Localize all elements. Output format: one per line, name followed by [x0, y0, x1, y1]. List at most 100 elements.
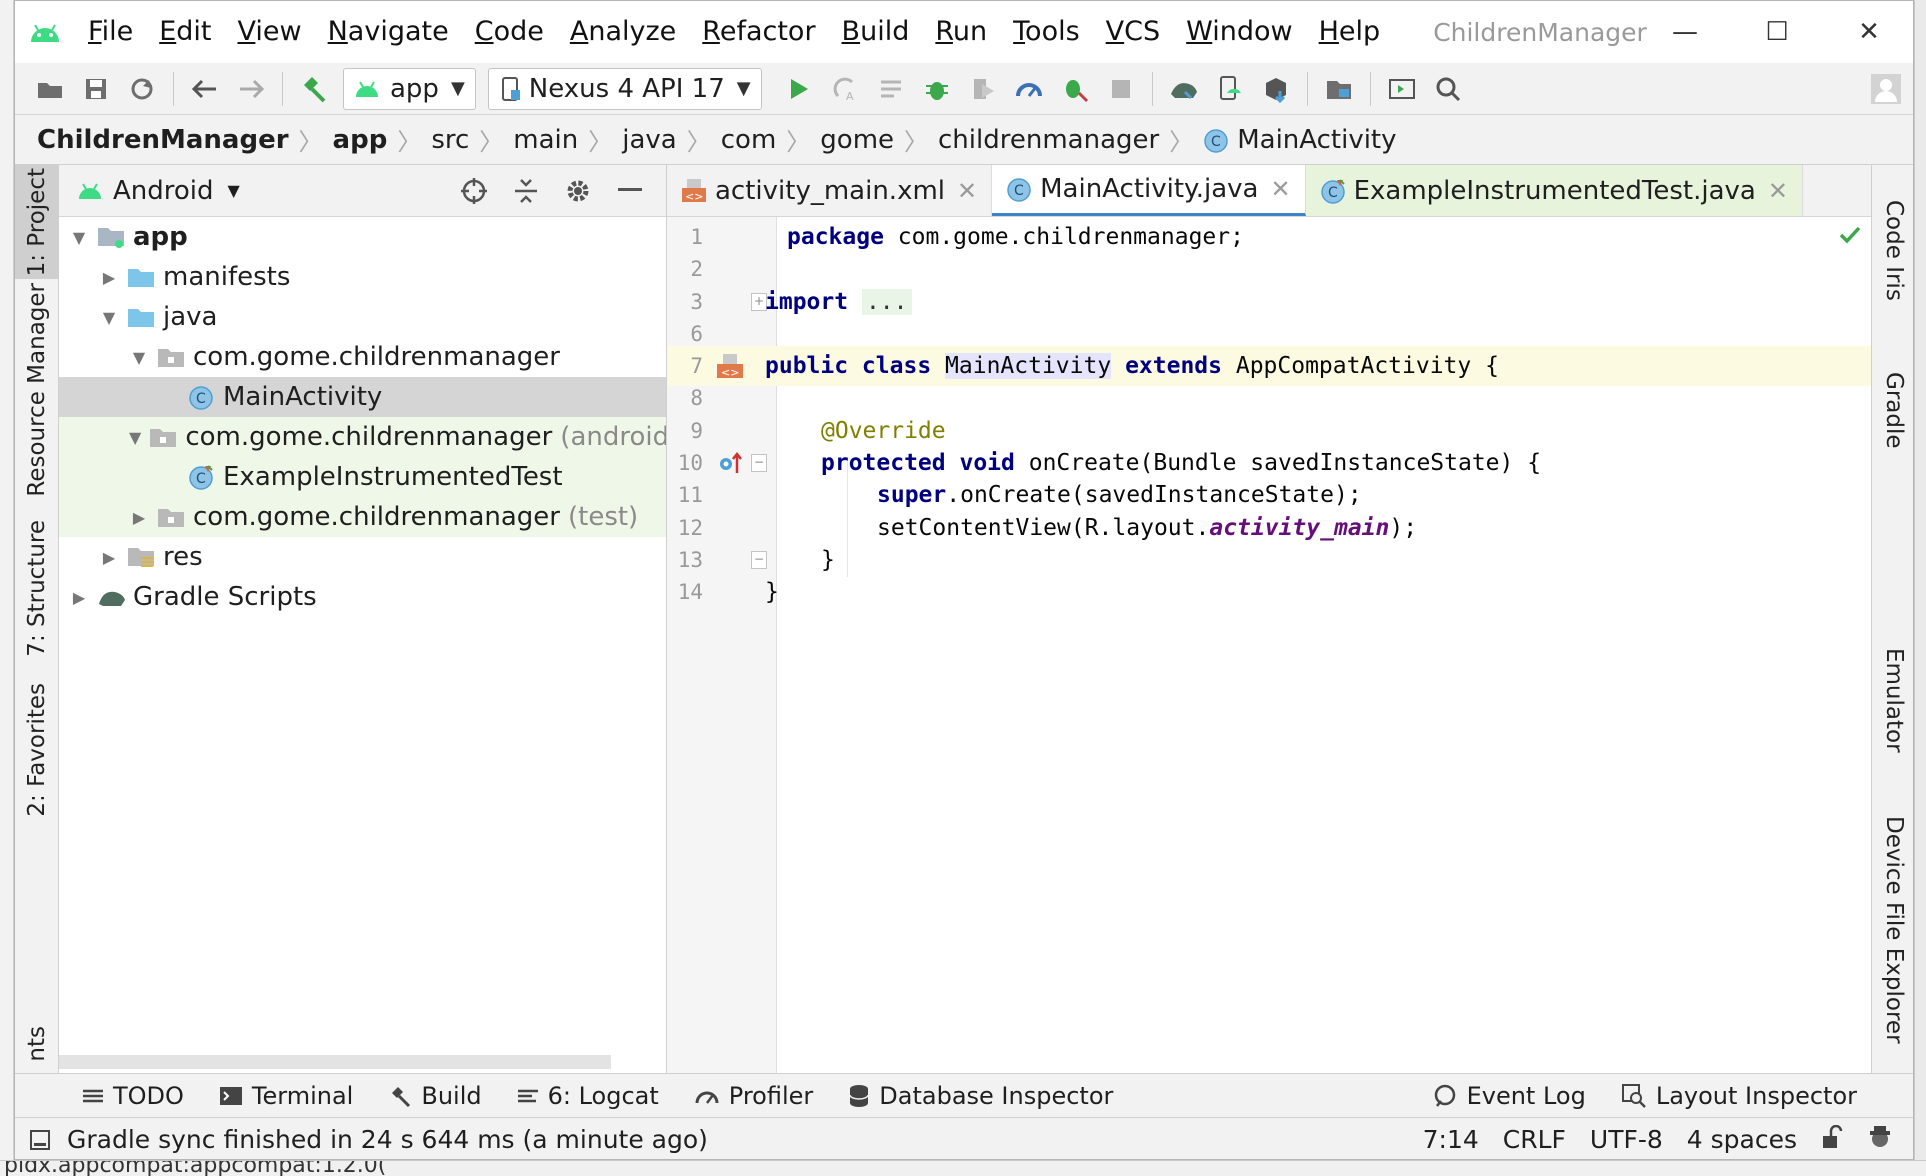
related-layout-icon[interactable]: <> [713, 351, 747, 381]
back-arrow-icon[interactable] [182, 66, 228, 112]
inspector-hat-icon[interactable] [1855, 1124, 1905, 1156]
terminal-tool-button[interactable]: Terminal [202, 1074, 371, 1118]
locate-file-icon[interactable] [448, 168, 500, 214]
fold-collapse-icon[interactable]: − [751, 454, 767, 472]
profile-icon[interactable] [1006, 66, 1052, 112]
menu-refactor[interactable]: Refactor [689, 1, 828, 63]
expanded-arrow-icon[interactable]: ▼ [129, 348, 149, 367]
tree-item[interactable]: ▶ res [59, 537, 666, 577]
close-tab-icon[interactable]: ✕ [1768, 177, 1788, 205]
hide-panel-icon[interactable] [604, 168, 656, 214]
apply-code-changes-icon[interactable] [868, 66, 914, 112]
save-all-icon[interactable] [73, 66, 119, 112]
line-separator[interactable]: CRLF [1491, 1125, 1578, 1154]
open-folder-icon[interactable] [27, 66, 73, 112]
project-view-select[interactable]: Android [113, 176, 214, 206]
menu-code[interactable]: Code [462, 1, 557, 63]
status-message[interactable]: Gradle sync finished in 24 s 644 ms (a m… [67, 1125, 708, 1154]
account-avatar-icon[interactable] [1863, 66, 1909, 112]
run-configuration-select[interactable]: app ▼ [343, 67, 476, 110]
close-tab-icon[interactable]: ✕ [957, 177, 977, 205]
favorites-tool-tab[interactable]: 2: Favorites [15, 675, 59, 825]
expanded-arrow-icon[interactable]: ▼ [69, 228, 89, 247]
file-encoding[interactable]: UTF-8 [1578, 1125, 1675, 1154]
emulator-tool-tab[interactable]: Emulator [1872, 635, 1913, 765]
database-inspector-tool-button[interactable]: Database Inspector [831, 1074, 1131, 1118]
sync-icon[interactable] [119, 66, 165, 112]
gradle-tool-tab[interactable]: Gradle [1872, 355, 1913, 465]
indent-setting[interactable]: 4 spaces [1675, 1125, 1809, 1154]
editor-tab[interactable]: <> activity_main.xml ✕ [667, 165, 993, 216]
make-project-hammer-icon[interactable] [291, 66, 337, 112]
breadcrumb-item[interactable]: com [721, 125, 777, 155]
breadcrumb-item[interactable]: app [333, 125, 388, 155]
search-icon[interactable] [1425, 66, 1471, 112]
collapsed-arrow-icon[interactable]: ▶ [99, 548, 119, 567]
menu-window[interactable]: Window [1173, 1, 1305, 63]
tree-item[interactable]: ▼ com.gome.childrenmanager(androidTe [59, 417, 666, 457]
maximize-button[interactable]: ☐ [1731, 1, 1823, 63]
tree-item[interactable]: ▼ java [59, 297, 666, 337]
breadcrumb-item[interactable]: C MainActivity [1203, 125, 1397, 155]
code-iris-tool-tab[interactable]: Code Iris [1872, 185, 1913, 315]
project-structure-icon[interactable] [1316, 66, 1362, 112]
folded-imports[interactable]: ... [861, 289, 912, 315]
device-manager-icon[interactable] [1379, 66, 1425, 112]
collapsed-arrow-icon[interactable]: ▶ [69, 588, 89, 607]
forward-arrow-icon[interactable] [228, 66, 274, 112]
avd-manager-icon[interactable] [1207, 66, 1253, 112]
device-file-explorer-tool-tab[interactable]: Device File Explorer [1872, 805, 1913, 1055]
expanded-arrow-icon[interactable]: ▼ [129, 428, 141, 447]
breadcrumb-item[interactable]: childrenmanager [938, 125, 1159, 155]
todo-tool-button[interactable]: TODO [65, 1074, 202, 1118]
close-window-button[interactable]: ✕ [1823, 1, 1913, 63]
breadcrumb-item[interactable]: java [622, 125, 676, 155]
attach-debugger-icon[interactable] [1052, 66, 1098, 112]
breadcrumb-item[interactable]: src [431, 125, 469, 155]
device-select[interactable]: Nexus 4 API 17 ▼ [487, 67, 762, 110]
menu-run[interactable]: Run [922, 1, 1000, 63]
expanded-arrow-icon[interactable]: ▼ [99, 308, 119, 327]
run-icon[interactable] [776, 66, 822, 112]
menu-help[interactable]: Help [1306, 1, 1394, 63]
collapsed-arrow-icon[interactable]: ▶ [99, 268, 119, 287]
collapse-all-icon[interactable] [500, 168, 552, 214]
close-tab-icon[interactable]: ✕ [1270, 175, 1290, 203]
menu-edit[interactable]: Edit [146, 1, 224, 63]
sync-gradle-icon[interactable] [1161, 66, 1207, 112]
editor-tab[interactable]: C MainActivity.java ✕ [992, 165, 1306, 216]
build-tool-button[interactable]: Build [371, 1074, 499, 1118]
logcat-tool-button[interactable]: 6: Logcat [500, 1074, 677, 1118]
menu-tools[interactable]: Tools [1000, 1, 1093, 63]
stop-icon[interactable] [1098, 66, 1144, 112]
structure-tool-tab[interactable]: 7: Structure [15, 515, 59, 661]
gear-icon[interactable] [552, 168, 604, 214]
run-with-coverage-icon[interactable] [960, 66, 1006, 112]
project-tool-tab[interactable]: 1: Project [15, 165, 59, 279]
breadcrumb-item[interactable]: gome [820, 125, 894, 155]
menu-vcs[interactable]: VCS [1093, 1, 1173, 63]
debug-bug-icon[interactable] [914, 66, 960, 112]
menu-view[interactable]: View [225, 1, 315, 63]
layout-inspector-tool-button[interactable]: Layout Inspector [1604, 1074, 1875, 1118]
collapsed-arrow-icon[interactable]: ▶ [129, 508, 149, 527]
overrides-method-icon[interactable] [713, 448, 747, 478]
sdk-manager-icon[interactable] [1253, 66, 1299, 112]
tree-item[interactable]: ▶CExampleInstrumentedTest [59, 457, 666, 497]
breadcrumb-item[interactable]: main [513, 125, 578, 155]
breadcrumb-item[interactable]: ChildrenManager [37, 125, 289, 155]
apply-changes-icon[interactable]: A [822, 66, 868, 112]
menu-analyze[interactable]: Analyze [557, 1, 689, 63]
build-variants-tool-tab[interactable]: nts [15, 1015, 59, 1073]
tree-item[interactable]: ▼ com.gome.childrenmanager [59, 337, 666, 377]
tree-item[interactable]: ▶CMainActivity [59, 377, 666, 417]
tree-item[interactable]: ▶ Gradle Scripts [59, 577, 666, 617]
code-area[interactable]: 1 package com.gome.childrenmanager; 2 3 … [667, 217, 1871, 1073]
horizontal-scrollbar[interactable] [59, 1055, 611, 1069]
tree-item[interactable]: ▼ app [59, 217, 666, 257]
toggle-tool-windows-icon[interactable] [29, 1129, 51, 1151]
minimize-button[interactable]: — [1639, 1, 1731, 63]
fold-end-icon[interactable]: − [751, 551, 767, 569]
menu-build[interactable]: Build [829, 1, 923, 63]
menu-file[interactable]: File [75, 1, 146, 63]
